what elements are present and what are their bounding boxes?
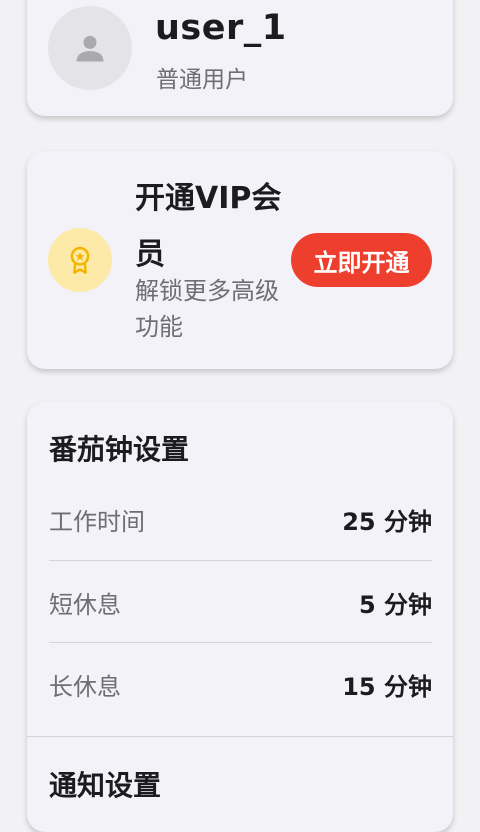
setting-value: 5 分钟 [358,590,432,619]
setting-value: 25 分钟 [342,507,432,536]
section-divider [27,736,453,737]
setting-label: 长休息 [49,672,121,701]
vip-title: 开通VIP会员 [135,181,282,272]
user-level-label: 普通用户 [156,67,248,93]
vip-icon-badge [48,228,112,292]
setting-label: 短休息 [49,590,121,619]
setting-row-long-break[interactable]: 长休息 15 分钟 [49,643,432,725]
setting-row-short-break[interactable]: 短休息 5 分钟 [49,561,432,643]
pomodoro-settings-title: 番茄钟设置 [49,433,190,466]
open-vip-button[interactable]: 立即开通 [291,233,432,287]
medal-icon [70,246,90,274]
profile-card[interactable]: user_1 普通用户 [27,0,453,116]
person-icon [76,35,104,62]
setting-value: 15 分钟 [342,672,432,701]
setting-row-work-time[interactable]: 工作时间 25 分钟 [49,478,432,560]
avatar [48,6,132,90]
vip-description: 解锁更多高级功能 [135,277,279,341]
vip-card: 开通VIP会员 解锁更多高级功能 立即开通 [27,151,453,369]
notification-settings-title: 通知设置 [49,769,162,802]
setting-label: 工作时间 [49,507,145,536]
username: user_1 [155,8,287,48]
settings-card: 番茄钟设置 工作时间 25 分钟 短休息 5 分钟 长休息 15 分钟 通知设置 [27,402,453,832]
